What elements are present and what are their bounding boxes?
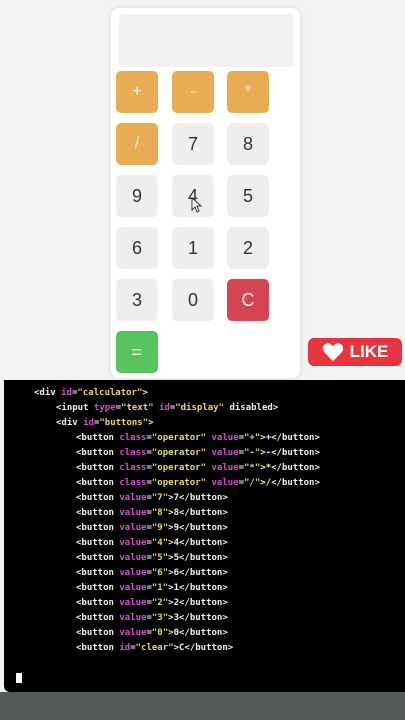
code-line: <button value="1">1</button> [76, 583, 228, 593]
code-line: <div id="buttons"> [56, 418, 154, 428]
code-line: <button value="4">4</button> [76, 538, 228, 548]
digit-1-button[interactable]: 1 [172, 227, 214, 269]
code-line: <button value="6">6</button> [76, 568, 228, 578]
multiply-button[interactable]: * [227, 71, 269, 113]
calculator: + - * / 7 8 9 4 5 6 1 2 3 0 C = [111, 8, 300, 378]
code-line: <button class="operator" value="-">-</bu… [76, 448, 320, 458]
divide-button[interactable]: / [116, 123, 158, 165]
calculator-display[interactable] [119, 14, 293, 67]
app-preview: + - * / 7 8 9 4 5 6 1 2 3 0 C = LIKE [0, 0, 405, 380]
terminal-cursor [16, 673, 22, 683]
plus-button[interactable]: + [116, 71, 158, 113]
digit-8-button[interactable]: 8 [227, 123, 269, 165]
digit-3-button[interactable]: 3 [116, 279, 158, 321]
code-line: <button value="7">7</button> [76, 493, 228, 503]
digit-2-button[interactable]: 2 [227, 227, 269, 269]
digit-5-button[interactable]: 5 [227, 175, 269, 217]
code-line: <button value="9">9</button> [76, 523, 228, 533]
digit-6-button[interactable]: 6 [116, 227, 158, 269]
code-line: <button value="8">8</button> [76, 508, 228, 518]
code-line: <button value="5">5</button> [76, 553, 228, 563]
code-line: <button value="2">2</button> [76, 598, 228, 608]
code-line: <button value="3">3</button> [76, 613, 228, 623]
mouse-pointer-icon [191, 197, 203, 213]
heart-icon [322, 343, 343, 362]
code-line: <button id="clear">C</button> [76, 643, 234, 653]
like-badge[interactable]: LIKE [308, 338, 402, 366]
digit-7-button[interactable]: 7 [172, 123, 214, 165]
equals-button[interactable]: = [116, 331, 158, 373]
clear-button[interactable]: C [227, 279, 269, 321]
code-line: <button class="operator" value="*">*</bu… [76, 463, 320, 473]
digit-9-button[interactable]: 9 [116, 175, 158, 217]
bottom-bar [0, 692, 405, 720]
like-label: LIKE [349, 342, 389, 361]
digit-0-button[interactable]: 0 [172, 279, 214, 321]
code-line: <input type="text" id="display" disabled… [56, 403, 279, 413]
code-terminal: <div id="calculator"> <input type="text" … [4, 380, 405, 692]
minus-button[interactable]: - [172, 71, 214, 113]
code-line: <div id="calculator"> [34, 388, 148, 398]
code-line: <button class="operator" value="/">/</bu… [76, 478, 320, 488]
code-line: <button class="operator" value="+">+</bu… [76, 433, 320, 443]
code-line: <button value="0">0</button> [76, 628, 228, 638]
